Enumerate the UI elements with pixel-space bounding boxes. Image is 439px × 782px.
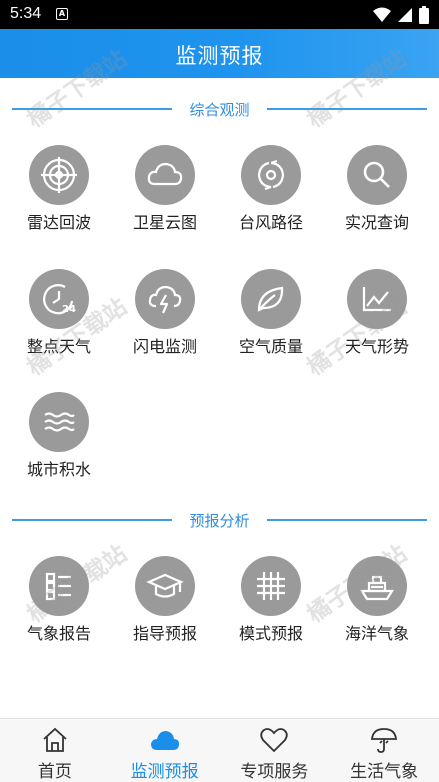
cloud-filled-icon xyxy=(150,725,180,755)
divider xyxy=(267,108,427,110)
app-header: 监测预报 xyxy=(0,29,439,78)
tile-urban-waterlogging[interactable]: 城市积水 xyxy=(6,392,112,502)
tile-label: 闪电监测 xyxy=(132,337,197,356)
lightning-icon xyxy=(135,269,195,329)
status-bar: 5:34 A xyxy=(0,0,439,29)
signal-icon xyxy=(398,8,412,22)
graduation-cap-icon xyxy=(135,556,195,616)
nav-label: 首页 xyxy=(37,762,72,782)
tile-label: 空气质量 xyxy=(238,337,303,356)
tile-radar[interactable]: 雷达回波 xyxy=(6,145,112,255)
search-icon xyxy=(347,145,407,205)
tile-label: 整点天气 xyxy=(26,337,91,356)
tile-weather-report[interactable]: 气象报告 xyxy=(6,556,112,666)
status-time: 5:34 xyxy=(10,5,42,22)
wifi-icon xyxy=(373,7,391,22)
divider xyxy=(267,519,427,521)
tile-label: 雷达回波 xyxy=(26,213,91,232)
nav-label: 专项服务 xyxy=(240,762,309,782)
tile-label: 实况查询 xyxy=(344,213,409,232)
nav-life-weather[interactable]: 生活气象 xyxy=(329,719,439,782)
notification-icon: A xyxy=(56,8,68,20)
tile-marine-weather[interactable]: 海洋气象 xyxy=(324,556,430,666)
tile-typhoon[interactable]: 台风路径 xyxy=(218,145,324,255)
section-header-observation: 综合观测 xyxy=(12,99,427,119)
clock-24-icon: 24 xyxy=(29,269,89,329)
svg-text:24: 24 xyxy=(62,304,76,315)
nav-label: 生活气象 xyxy=(350,762,419,782)
tile-lightning[interactable]: 闪电监测 xyxy=(112,269,218,379)
tile-live-query[interactable]: 实况查询 xyxy=(324,145,430,255)
tile-weather-situation[interactable]: 天气形势 xyxy=(324,269,430,379)
nav-home[interactable]: 首页 xyxy=(0,719,110,782)
tile-model-forecast[interactable]: 模式预报 xyxy=(218,556,324,666)
cloud-icon xyxy=(135,145,195,205)
leaf-icon xyxy=(241,269,301,329)
section-title: 预报分析 xyxy=(189,512,250,530)
tile-guidance-forecast[interactable]: 指导预报 xyxy=(112,556,218,666)
umbrella-icon xyxy=(369,725,399,755)
tile-satellite[interactable]: 卫星云图 xyxy=(112,145,218,255)
grid-icon xyxy=(241,556,301,616)
section-title: 综合观测 xyxy=(189,101,250,119)
page-title: 监测预报 xyxy=(175,44,264,68)
tile-hourly-weather[interactable]: 24 整点天气 xyxy=(6,269,112,379)
heart-icon xyxy=(259,725,289,755)
battery-icon xyxy=(419,6,429,24)
tile-label: 气象报告 xyxy=(26,624,91,643)
tile-label: 台风路径 xyxy=(238,213,303,232)
section-header-forecast: 预报分析 xyxy=(12,510,427,530)
water-waves-icon xyxy=(29,392,89,452)
tile-label: 天气形势 xyxy=(344,337,409,356)
bottom-nav: 首页 监测预报 专项服务 生活气象 xyxy=(0,718,439,782)
home-icon xyxy=(40,725,70,755)
tile-label: 海洋气象 xyxy=(344,624,409,643)
nav-monitoring[interactable]: 监测预报 xyxy=(110,719,220,782)
tile-label: 卫星云图 xyxy=(132,213,197,232)
ship-icon xyxy=(347,556,407,616)
trend-chart-icon xyxy=(347,269,407,329)
tile-label: 指导预报 xyxy=(132,624,197,643)
nav-special-services[interactable]: 专项服务 xyxy=(220,719,330,782)
tile-label: 模式预报 xyxy=(238,624,303,643)
nav-label: 监测预报 xyxy=(130,762,199,782)
tile-air-quality[interactable]: 空气质量 xyxy=(218,269,324,379)
typhoon-icon xyxy=(241,145,301,205)
report-list-icon xyxy=(29,556,89,616)
tile-label: 城市积水 xyxy=(26,460,91,479)
radar-icon xyxy=(29,145,89,205)
